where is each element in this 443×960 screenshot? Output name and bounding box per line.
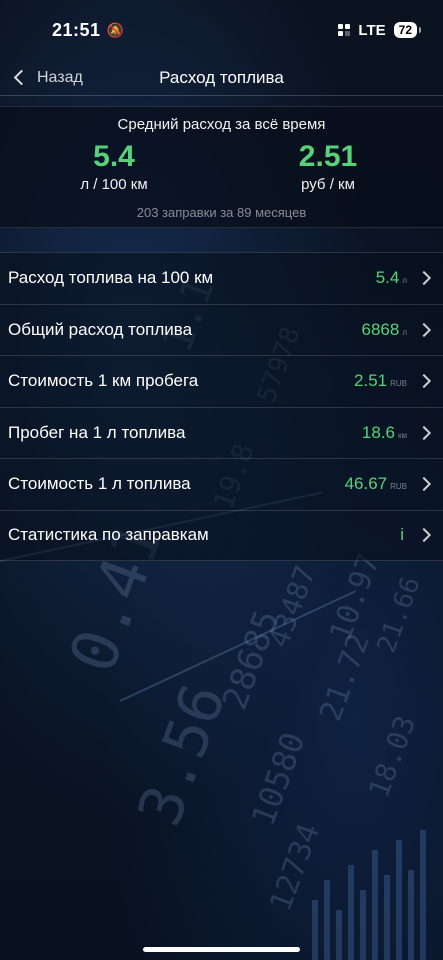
row-label: Расход топлива на 100 км — [8, 268, 214, 288]
row-unit: RUB — [390, 379, 407, 389]
row-number: 5.4 — [375, 268, 400, 288]
row-label: Стоимость 1 л топлива — [8, 474, 191, 494]
row-label: Общий расход топлива — [8, 319, 193, 339]
home-indicator[interactable] — [143, 947, 300, 952]
summary-title: Средний расход за всё время — [117, 116, 326, 133]
info-icon: i — [400, 525, 404, 545]
row-unit: л — [402, 276, 407, 286]
row-number: 2.51 — [354, 371, 388, 391]
cost-metric: 2.51 руб / км — [248, 139, 408, 193]
chevron-right-icon — [416, 374, 432, 389]
refuel-count-note: 203 заправки за 89 месяцев — [136, 205, 307, 220]
consumption-unit: л / 100 км — [80, 176, 148, 193]
chevron-right-icon — [416, 425, 432, 440]
row-value: 18.6 км — [362, 423, 407, 443]
list-item-cost-per-km[interactable]: Стоимость 1 км пробега 2.51 RUB — [0, 355, 443, 407]
battery-icon: 72 — [393, 22, 422, 38]
consumption-value: 5.4 — [93, 140, 135, 173]
list-item-consumption-per-100km[interactable]: Расход топлива на 100 км 5.4 л — [0, 252, 443, 304]
list-item-total-consumption[interactable]: Общий расход топлива 6868 л — [0, 303, 443, 355]
list-item-mileage-per-liter[interactable]: Пробег на 1 л топлива 18.6 км — [0, 406, 443, 458]
chevron-right-icon — [416, 477, 432, 492]
row-number: 18.6 — [361, 422, 395, 442]
back-label: Назад — [37, 68, 83, 86]
navigation-bar: Назад Расход топлива — [0, 60, 443, 96]
chevron-right-icon — [416, 271, 432, 286]
network-type: LTE — [358, 21, 386, 39]
row-value: 2.51 RUB — [354, 371, 407, 391]
cellular-signal-icon — [338, 24, 351, 36]
chevron-left-icon — [13, 69, 30, 86]
cost-unit: руб / км — [301, 176, 355, 193]
row-value: 5.4 л — [376, 268, 407, 288]
stats-list: Расход топлива на 100 км 5.4 л Общий рас… — [0, 252, 443, 561]
status-bar: 21:51 🔕 LTE 72 — [0, 0, 443, 60]
consumption-metric: 5.4 л / 100 км — [34, 139, 194, 193]
cost-value: 2.51 — [298, 140, 358, 173]
row-unit: км — [398, 430, 407, 440]
row-number: 46.67 — [344, 474, 388, 494]
list-item-refuel-statistics[interactable]: Статистика по заправкам i — [0, 509, 443, 561]
summary-panel: Средний расход за всё время 5.4 л / 100 … — [0, 106, 443, 228]
chevron-right-icon — [416, 528, 432, 543]
row-unit: л — [402, 327, 407, 337]
back-button[interactable]: Назад — [12, 69, 83, 87]
bell-off-icon: 🔕 — [106, 21, 124, 38]
row-label: Статистика по заправкам — [8, 525, 209, 545]
row-number: 6868 — [361, 319, 400, 339]
row-value: i — [400, 525, 407, 545]
row-label: Стоимость 1 км пробега — [8, 371, 199, 391]
row-value: 46.67 RUB — [345, 474, 407, 494]
list-item-cost-per-liter[interactable]: Стоимость 1 л топлива 46.67 RUB — [0, 458, 443, 510]
status-indicators: LTE 72 — [338, 21, 422, 39]
chevron-right-icon — [416, 322, 432, 337]
row-unit: RUB — [390, 482, 407, 492]
status-time: 21:51 — [52, 19, 101, 40]
row-value: 6868 л — [362, 320, 408, 340]
row-label: Пробег на 1 л топлива — [8, 422, 186, 442]
